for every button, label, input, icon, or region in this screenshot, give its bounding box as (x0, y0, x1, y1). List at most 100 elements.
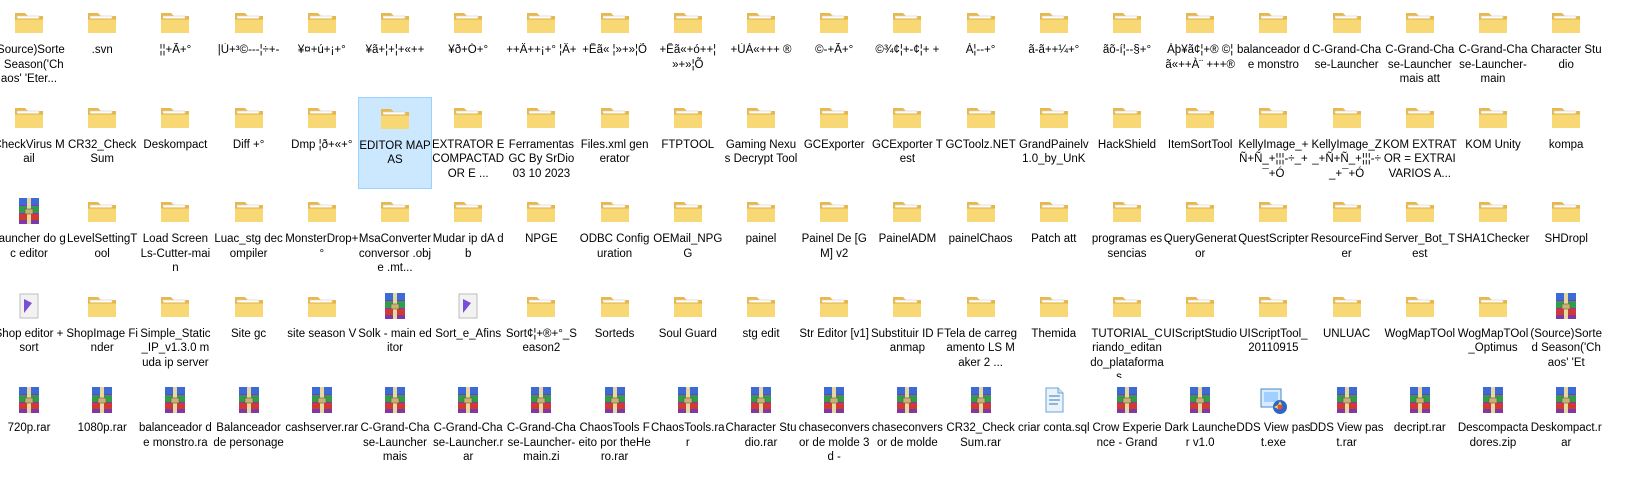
file-item[interactable]: TUTORIAL_Criando_editando_plataformas_..… (1090, 286, 1164, 378)
file-item[interactable]: Launcher do gc editor (0, 191, 66, 283)
file-item[interactable]: Tela de carregamento LS Maker 2 ... (944, 286, 1018, 378)
file-item[interactable]: CR32_CheckSum (65, 97, 139, 189)
file-item[interactable]: OEMail_NPGG (651, 191, 725, 283)
file-item[interactable]: Deskompact.rar (1529, 380, 1603, 472)
file-item[interactable]: KellyImage_+Ñ+Ñ_+¦¦¦-÷_+¯+Ó (1236, 97, 1310, 189)
file-item[interactable]: stg edit (724, 286, 798, 378)
file-item[interactable]: .svn (65, 2, 139, 94)
file-item[interactable]: balanceador de monstro (1236, 2, 1310, 94)
file-item[interactable]: Diff +° (212, 97, 286, 189)
file-item[interactable]: DDS View past.exe (1236, 380, 1310, 472)
file-item[interactable]: ¥¤+ú+¡+° (285, 2, 359, 94)
file-item[interactable]: +Êã« ¦»+»¦Õ (578, 2, 652, 94)
file-item[interactable]: GrandPainelv1.0_by_UnK (1017, 97, 1091, 189)
file-item[interactable]: programas essencias (1090, 191, 1164, 283)
file-item[interactable]: C-Grand-Chase-Launcher.rar (431, 380, 505, 472)
file-item[interactable]: 1080p.rar (65, 380, 139, 472)
file-item[interactable]: SHDropl (1529, 191, 1603, 283)
file-item[interactable]: CR32_CheckSum.rar (944, 380, 1018, 472)
file-item[interactable]: MsaConverter conversor .obj e .mt... (358, 191, 432, 283)
file-item[interactable]: NPGE (504, 191, 578, 283)
file-item[interactable]: WogMapTOol (1383, 286, 1457, 378)
file-item[interactable]: EDITOR MAPAS (358, 96, 432, 189)
file-item[interactable]: Substituir ID Fanmap (870, 286, 944, 378)
file-item[interactable]: WogMapTOol_Optimus (1456, 286, 1530, 378)
file-item[interactable]: Crow Experience - Grand (1090, 380, 1164, 472)
file-item[interactable]: kompa (1529, 97, 1603, 189)
file-item[interactable]: Themida (1017, 286, 1091, 378)
file-item[interactable]: Painel De [GM] v2 (797, 191, 871, 283)
file-item[interactable]: Ferramentas GC By SrDio 03 10 2023 (504, 97, 578, 189)
file-item[interactable]: ¦¦+Ã+° (138, 2, 212, 94)
file-item[interactable]: ODBC Configuration (578, 191, 652, 283)
file-item[interactable]: (Source)Sorted Season('Chaos' 'Et (1529, 286, 1603, 378)
file-item[interactable]: Luac_stg decompiler (212, 191, 286, 283)
file-item[interactable]: HackShield (1090, 97, 1164, 189)
file-item[interactable]: C-Grand-Chase-Launcher (1310, 2, 1384, 94)
file-item[interactable]: ã-ã++¼+° (1017, 2, 1091, 94)
file-item[interactable]: C-Grand-Chase-Launcher-main (1456, 2, 1530, 94)
file-item[interactable]: ãõ-í¦--§+° (1090, 2, 1164, 94)
file-item[interactable]: Server_Bot_Test (1383, 191, 1457, 283)
file-item[interactable]: Load Screen Ls-Cutter-main (138, 191, 212, 283)
file-item[interactable]: DDS View past.rar (1310, 380, 1384, 472)
file-item[interactable]: ++Ä++¡+° ¦Ä+ (504, 2, 578, 94)
file-item[interactable]: SHA1Checker (1456, 191, 1530, 283)
file-item[interactable]: Deskompact (138, 97, 212, 189)
file-item[interactable]: Sorteds (578, 286, 652, 378)
file-item[interactable]: Àþ¥ã¢¦+® ©¦ã«++À¨ +++® (1163, 2, 1237, 94)
file-item[interactable]: MonsterDrop+° (285, 191, 359, 283)
file-item[interactable]: site season V (285, 286, 359, 378)
file-item[interactable]: Character Studio.rar (724, 380, 798, 472)
file-item[interactable]: Solk - main editor (358, 286, 432, 378)
file-item[interactable]: +Êã«+ó++¦ »+»¦Õ (651, 2, 725, 94)
file-item[interactable]: ¥ã+¦+¦+«++ (358, 2, 432, 94)
file-item[interactable]: ShopImage Finder (65, 286, 139, 378)
file-item[interactable]: ©-+Ã+° (797, 2, 871, 94)
file-item[interactable]: C-Grand-Chase-Launcher mais (358, 380, 432, 472)
file-item[interactable]: Character Studio (1529, 2, 1603, 94)
file-item[interactable]: painel (724, 191, 798, 283)
file-item[interactable]: decript.rar (1383, 380, 1457, 472)
file-item[interactable]: |Ù+³©---¦÷+- (212, 2, 286, 94)
file-item[interactable]: Balanceador de personage (212, 380, 286, 472)
file-item[interactable]: ChaosTools Feito por theHero.rar (578, 380, 652, 472)
file-item[interactable]: KOM Unity (1456, 97, 1530, 189)
file-item[interactable]: Gaming Nexus Decrypt Tool (724, 97, 798, 189)
file-item[interactable]: Descompactadores.zip (1456, 380, 1530, 472)
file-item[interactable]: Site gc (212, 286, 286, 378)
file-item[interactable]: Sort_e_Afins (431, 286, 505, 378)
file-item[interactable]: GCExporter Test (870, 97, 944, 189)
file-item[interactable]: LevelSettingTool (65, 191, 139, 283)
file-item[interactable]: EXTRATOR E COMPACTADOR E ... (431, 97, 505, 189)
file-item[interactable]: UNLUAC (1310, 286, 1384, 378)
file-item[interactable]: ©¾¢¦+-¢¦+ + (870, 2, 944, 94)
file-item[interactable]: Str Editor [v1] (797, 286, 871, 378)
file-item[interactable]: QueryGenerator (1163, 191, 1237, 283)
file-item[interactable]: chaseconversor de molde 3d - (797, 380, 871, 472)
file-item[interactable]: UIScriptTool_20110915 (1236, 286, 1310, 378)
file-item[interactable]: C-Grand-Chase-Launcher mais att (1383, 2, 1457, 94)
file-item[interactable]: ItemSortTool (1163, 97, 1237, 189)
file-item[interactable]: Patch att (1017, 191, 1091, 283)
file-item[interactable]: QuestScripter (1236, 191, 1310, 283)
file-item[interactable]: Soul Guard (651, 286, 725, 378)
file-item[interactable]: Sort¢¦+®+°_Season2 (504, 286, 578, 378)
file-item[interactable]: criar conta.sql (1017, 380, 1091, 472)
file-item[interactable]: ¥ð+Ó+° (431, 2, 505, 94)
file-item[interactable]: UIScriptStudio (1163, 286, 1237, 378)
file-item[interactable]: painelChaos (944, 191, 1018, 283)
file-item[interactable]: Simple_Static_IP_v1.3.0 muda ip server (138, 286, 212, 378)
file-item[interactable]: Files.xml generator (578, 97, 652, 189)
file-item[interactable]: À¦--+° (944, 2, 1018, 94)
file-item[interactable]: +ÙÀ«+++ ® (724, 2, 798, 94)
file-item[interactable]: KellyImage_Z_+Ñ+Ñ_+¦¦¦-÷_+¯+Ó (1310, 97, 1384, 189)
file-item[interactable]: Dmp ¦ð+«+° (285, 97, 359, 189)
file-item[interactable]: FTPTOOL (651, 97, 725, 189)
file-item[interactable]: (Source)Sorted Season('Chaos' 'Eter... (0, 2, 66, 94)
file-item[interactable]: ResourceFinder (1310, 191, 1384, 283)
file-item[interactable]: GCExporter (797, 97, 871, 189)
file-item[interactable]: GCToolz.NET (944, 97, 1018, 189)
file-item[interactable]: C-Grand-Chase-Launcher-main.zi (504, 380, 578, 472)
file-item[interactable]: Shop editor + sort (0, 286, 66, 378)
